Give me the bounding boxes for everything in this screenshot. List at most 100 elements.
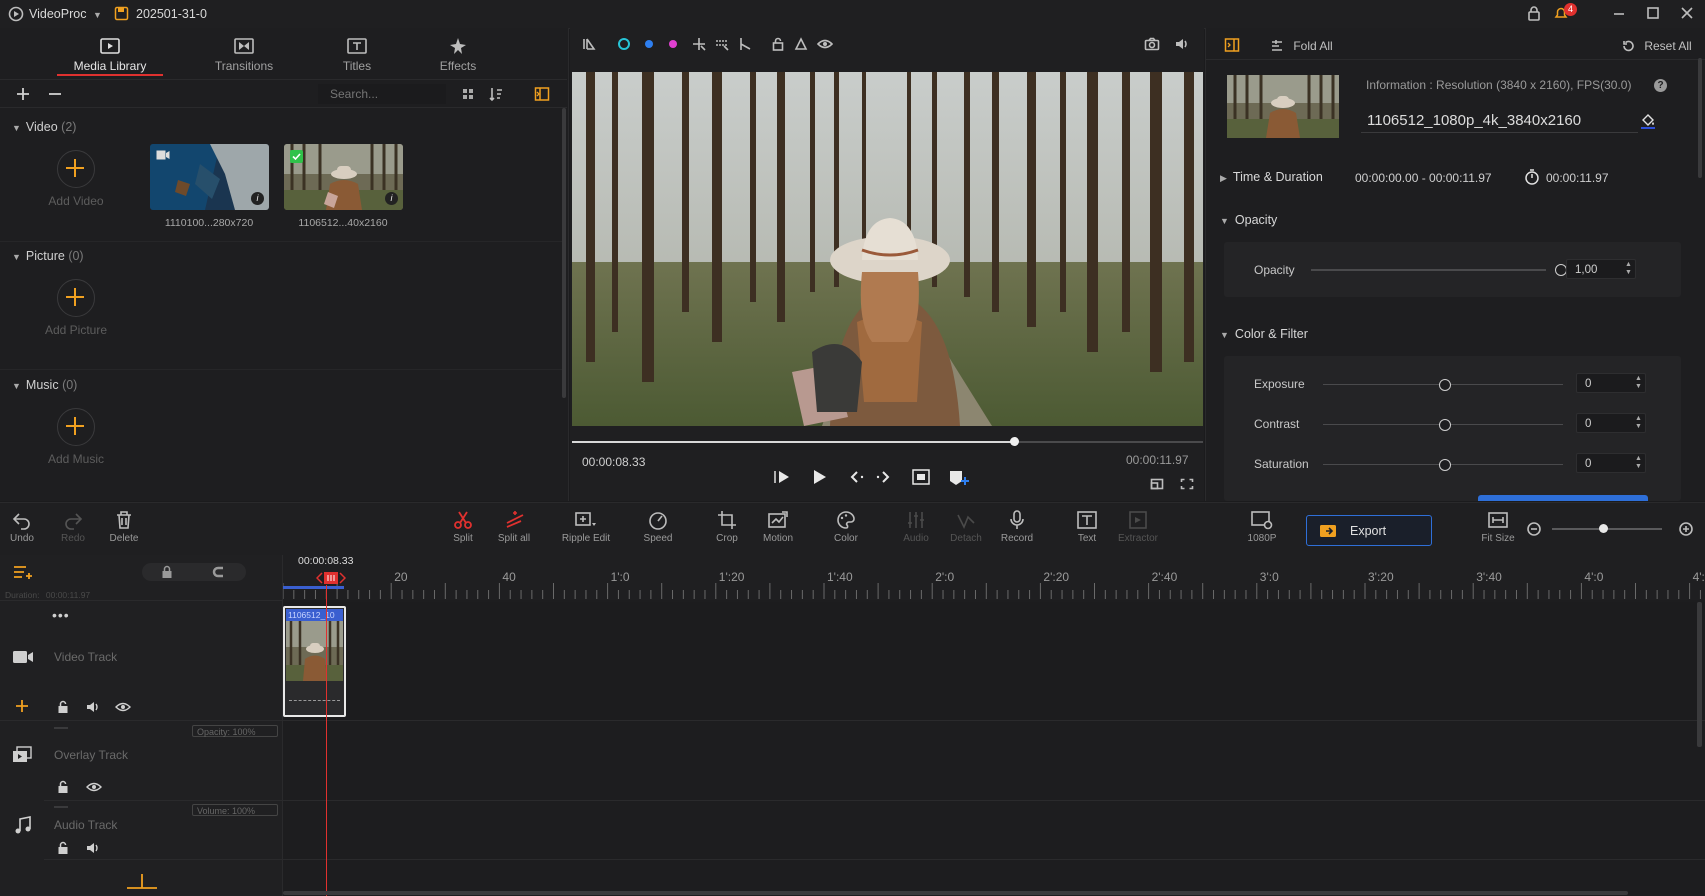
- show-guides-eye-icon[interactable]: [817, 38, 833, 50]
- tab-effects[interactable]: Effects: [413, 36, 503, 73]
- timeline-video-clip[interactable]: 1106512_10: [283, 606, 346, 717]
- color-button[interactable]: Color: [818, 509, 874, 544]
- play-from-start-icon[interactable]: [772, 468, 792, 486]
- stepper-icon[interactable]: ▲ ▼: [1625, 261, 1632, 277]
- opacity-section-header[interactable]: ▼ Opacity: [1220, 213, 1277, 227]
- minimize-icon[interactable]: [1612, 5, 1626, 21]
- track-lock-icon[interactable]: [56, 700, 70, 714]
- extractor-button[interactable]: Extractor: [1110, 509, 1166, 544]
- track-lock-icon[interactable]: [56, 841, 70, 855]
- lock-icon[interactable]: [1527, 6, 1541, 21]
- play-icon[interactable]: [810, 468, 828, 486]
- add-video-button[interactable]: Add Video: [21, 150, 131, 208]
- text-button[interactable]: Text: [1059, 509, 1115, 544]
- ripple-edit-button[interactable]: Ripple Edit: [556, 509, 616, 544]
- stepper-icon[interactable]: ▲ ▼: [1635, 415, 1642, 431]
- zoom-out-icon[interactable]: [1527, 522, 1541, 536]
- track-menu-icon[interactable]: •••: [52, 607, 70, 623]
- track-lock-icon[interactable]: [56, 780, 70, 794]
- guide-color-magenta[interactable]: [669, 40, 677, 48]
- drag-handle[interactable]: [54, 727, 68, 729]
- add-media-icon[interactable]: [15, 86, 31, 102]
- app-menu[interactable]: VideoProc ▼: [29, 7, 102, 21]
- guide-color-blue[interactable]: [645, 40, 653, 48]
- fold-all-button[interactable]: Fold All: [1270, 38, 1333, 53]
- add-track-icon[interactable]: [12, 564, 34, 580]
- video-track-lane[interactable]: [283, 602, 1705, 721]
- grid-view-icon[interactable]: [461, 87, 475, 101]
- overlay-opacity-field[interactable]: Opacity: 100%: [192, 725, 278, 737]
- add-to-track-icon[interactable]: [14, 698, 30, 714]
- color-filter-header[interactable]: ▼ Color & Filter: [1220, 327, 1308, 341]
- tab-transitions[interactable]: Transitions: [199, 36, 289, 73]
- library-scrollbar[interactable]: [562, 108, 566, 398]
- add-music-button[interactable]: Add Music: [21, 408, 131, 466]
- zoom-in-icon[interactable]: [1679, 522, 1693, 536]
- guide-color-cyan[interactable]: [618, 38, 630, 50]
- track-volume-icon[interactable]: [85, 700, 101, 714]
- fullscreen-icon[interactable]: [1180, 478, 1194, 490]
- media-thumbnail[interactable]: i: [284, 144, 403, 210]
- clip-name-field[interactable]: 1106512_1080p_4k_3840x2160: [1361, 108, 1638, 133]
- section-video-header[interactable]: ▼ Video (2): [12, 120, 76, 134]
- timeline-ruler[interactable]: 20 40 1':0 1':20 1':40 2':0 2':20 2':40 3':0 3':2…: [283, 555, 1705, 600]
- compare-icon[interactable]: [582, 37, 596, 51]
- zoom-slider-knob[interactable]: [1599, 524, 1608, 533]
- lock-all-icon[interactable]: [160, 565, 174, 579]
- apply-button-partial[interactable]: [1478, 495, 1648, 501]
- drag-handle[interactable]: [54, 806, 68, 808]
- snapshot-camera-icon[interactable]: [1144, 37, 1160, 51]
- snapshot-to-library-icon[interactable]: [911, 467, 931, 487]
- saturation-slider-knob[interactable]: [1439, 459, 1451, 471]
- volume-icon[interactable]: [1174, 37, 1190, 51]
- split-all-button[interactable]: Split all: [486, 509, 542, 544]
- playhead-handle[interactable]: [316, 571, 346, 585]
- info-icon[interactable]: i: [251, 192, 264, 205]
- sort-icon[interactable]: [488, 86, 504, 102]
- audio-volume-field[interactable]: Volume: 100%: [192, 804, 278, 816]
- export-button[interactable]: Export: [1306, 515, 1432, 546]
- audio-button[interactable]: Audio: [888, 509, 944, 544]
- help-icon[interactable]: ?: [1654, 79, 1667, 92]
- opacity-slider[interactable]: [1311, 269, 1546, 271]
- detach-button[interactable]: Detach: [938, 509, 994, 544]
- add-picture-button[interactable]: Add Picture: [21, 279, 131, 337]
- close-icon[interactable]: [1680, 6, 1694, 20]
- preview-progress-track[interactable]: [572, 441, 1203, 443]
- tab-titles[interactable]: Titles: [312, 36, 402, 73]
- motion-button[interactable]: Motion: [750, 509, 806, 544]
- info-icon[interactable]: i: [385, 192, 398, 205]
- add-track-bottom-icon[interactable]: [125, 872, 159, 890]
- remove-media-icon[interactable]: [47, 86, 63, 102]
- stepper-icon[interactable]: ▲ ▼: [1635, 375, 1642, 391]
- add-to-timeline-icon[interactable]: [948, 467, 970, 487]
- track-volume-icon[interactable]: [85, 841, 101, 855]
- audio-track-lane[interactable]: [283, 801, 1705, 860]
- time-duration-header[interactable]: ▶ Time & Duration: [1220, 170, 1323, 184]
- rename-paint-icon[interactable]: [1640, 112, 1656, 130]
- media-thumbnail[interactable]: i: [150, 144, 269, 210]
- reset-all-button[interactable]: Reset All: [1621, 38, 1692, 53]
- pip-window-icon[interactable]: [1150, 478, 1164, 490]
- clear-guides-icon[interactable]: [794, 37, 808, 51]
- section-music-header[interactable]: ▼ Music (0): [12, 378, 77, 392]
- preview-progress-knob[interactable]: [1009, 437, 1019, 446]
- record-button[interactable]: Record: [989, 509, 1045, 544]
- delete-button[interactable]: Delete: [96, 509, 152, 544]
- track-visibility-icon[interactable]: [115, 701, 131, 713]
- exposure-slider-knob[interactable]: [1439, 379, 1451, 391]
- stepper-icon[interactable]: ▲ ▼: [1635, 455, 1642, 471]
- search-input[interactable]: [318, 84, 446, 104]
- lock-guides-icon[interactable]: [771, 37, 785, 51]
- split-button[interactable]: Split: [435, 509, 491, 544]
- timeline-vertical-scrollbar[interactable]: [1697, 602, 1702, 747]
- guide-cross-icon[interactable]: [692, 37, 706, 51]
- contrast-slider-knob[interactable]: [1439, 419, 1451, 431]
- maximize-icon[interactable]: [1646, 6, 1660, 20]
- tab-media-library[interactable]: Media Library: [65, 36, 155, 73]
- track-visibility-icon[interactable]: [86, 781, 102, 793]
- crop-button[interactable]: Crop: [699, 509, 755, 544]
- speed-button[interactable]: Speed: [630, 509, 686, 544]
- save-project-icon[interactable]: [114, 6, 129, 21]
- panel-layout-icon[interactable]: [534, 86, 550, 102]
